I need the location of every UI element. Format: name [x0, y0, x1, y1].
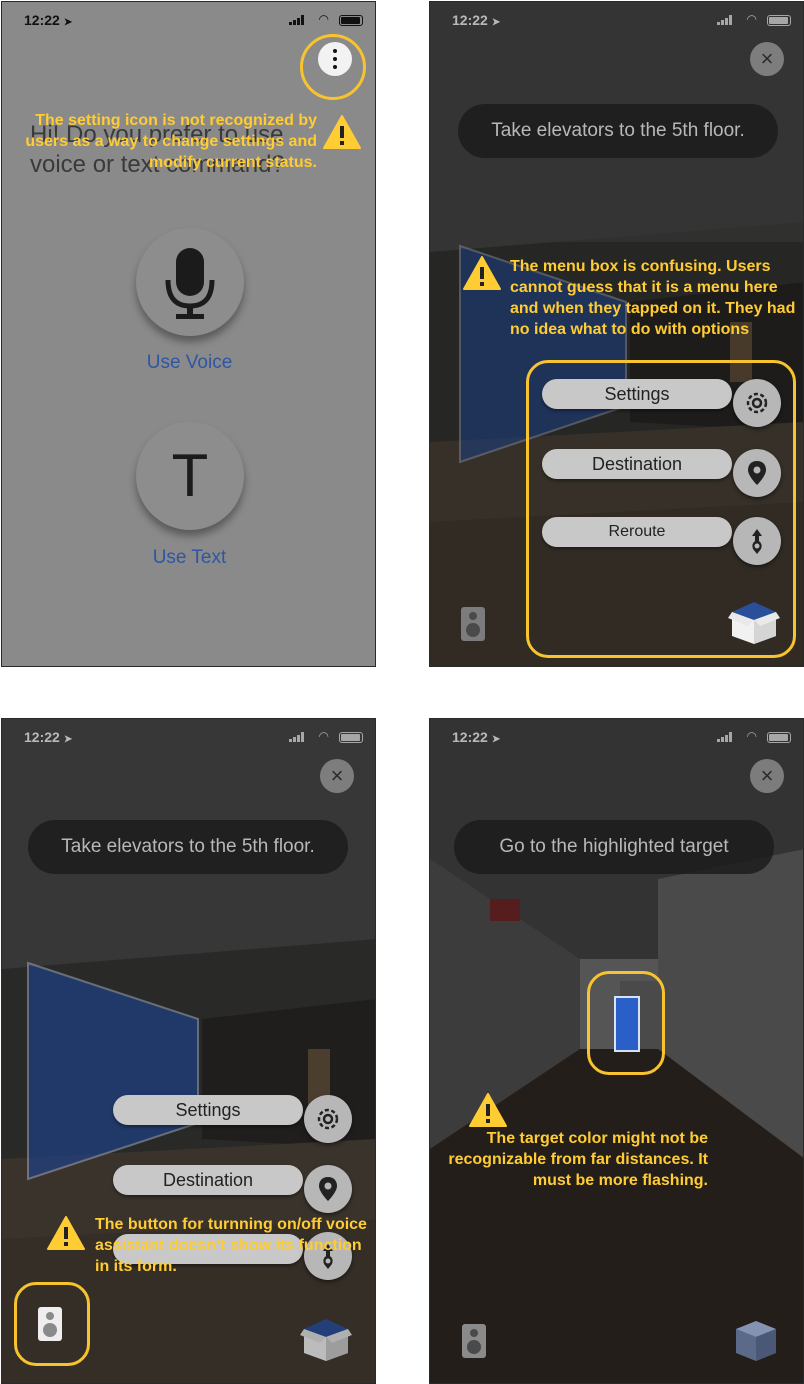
reroute-icon[interactable] [733, 517, 781, 565]
screen-mode-select: 12:22 ➤ ◠ Hi! Do you prefer to use voice … [1, 1, 376, 667]
screen-ar-target: 12:22 ➤ ◠ × Go to the highlighted target … [429, 718, 804, 1384]
status-bar: 12:22 ➤ ◠ [430, 719, 803, 753]
annotation-settings-icon: The setting icon is not recognized by us… [25, 112, 317, 171]
status-time: 12:22 ➤ [452, 729, 501, 745]
text-glyph-icon: T [171, 442, 209, 509]
menu-destination-button[interactable]: Destination [542, 449, 732, 479]
kebab-menu-icon[interactable] [318, 42, 352, 76]
close-icon[interactable]: × [750, 42, 784, 76]
cellular-signal-icon [289, 15, 305, 25]
target-marker [614, 996, 640, 1052]
cellular-signal-icon [289, 732, 305, 742]
use-voice-button[interactable] [136, 228, 244, 336]
wifi-icon: ◠ [746, 12, 757, 26]
cube-icon[interactable] [732, 1319, 780, 1363]
battery-icon [339, 732, 363, 743]
warning-icon [323, 115, 361, 149]
status-time: 12:22 ➤ [24, 729, 73, 745]
annotation-menu-box: The menu box is confusing. Users cannot … [510, 258, 796, 338]
warning-icon [463, 256, 501, 290]
annotation-target-color: The target color might not be recognizab… [448, 1130, 708, 1189]
battery-icon [767, 15, 791, 26]
location-pin-icon[interactable] [733, 449, 781, 497]
wifi-icon: ◠ [318, 729, 329, 743]
location-arrow-icon: ➤ [491, 17, 501, 28]
menu-reroute-button[interactable]: Reroute [542, 517, 732, 547]
location-pin-icon[interactable] [304, 1165, 352, 1213]
use-voice-label[interactable]: Use Voice [2, 352, 375, 374]
close-icon[interactable]: × [320, 759, 354, 793]
status-bar: 12:22 ➤ ◠ [430, 2, 803, 36]
screen-ar-menu-open: 12:22 ➤ ◠ × Take elevators to the 5th flo… [429, 1, 804, 667]
box-icon[interactable] [728, 598, 780, 646]
menu-destination-button[interactable]: Destination [113, 1165, 303, 1195]
speaker-icon[interactable] [460, 606, 486, 642]
screen-ar-voice-toggle: 12:22 ➤ ◠ × Take elevators to the 5th flo… [1, 718, 376, 1384]
close-icon[interactable]: × [750, 759, 784, 793]
wifi-icon: ◠ [318, 12, 329, 26]
box-icon[interactable] [300, 1315, 352, 1363]
use-text-label[interactable]: Use Text [2, 547, 375, 569]
menu-settings-button[interactable]: Settings [542, 379, 732, 409]
menu-settings-button[interactable]: Settings [113, 1095, 303, 1125]
instruction-banner: Take elevators to the 5th floor. [28, 820, 348, 874]
location-arrow-icon: ➤ [491, 734, 501, 745]
speaker-icon[interactable] [461, 1323, 487, 1359]
cellular-signal-icon [717, 15, 733, 25]
annotation-voice-toggle: The button for turnning on/off voice ass… [95, 1216, 367, 1275]
instruction-banner: Take elevators to the 5th floor. [458, 104, 778, 158]
gear-icon[interactable] [733, 379, 781, 427]
location-arrow-icon: ➤ [63, 734, 73, 745]
status-time: 12:22 ➤ [24, 12, 73, 28]
battery-icon [767, 732, 791, 743]
microphone-icon [165, 248, 215, 319]
status-bar: 12:22 ➤ ◠ [2, 2, 375, 36]
battery-icon [339, 15, 363, 26]
status-time: 12:22 ➤ [452, 12, 501, 28]
wifi-icon: ◠ [746, 729, 757, 743]
warning-icon [469, 1093, 507, 1127]
cellular-signal-icon [717, 732, 733, 742]
location-arrow-icon: ➤ [63, 17, 73, 28]
use-text-button[interactable]: T [136, 422, 244, 530]
speaker-icon[interactable] [37, 1306, 63, 1342]
warning-icon [47, 1216, 85, 1250]
instruction-banner: Go to the highlighted target [454, 820, 774, 874]
status-bar: 12:22 ➤ ◠ [2, 719, 375, 753]
gear-icon[interactable] [304, 1095, 352, 1143]
